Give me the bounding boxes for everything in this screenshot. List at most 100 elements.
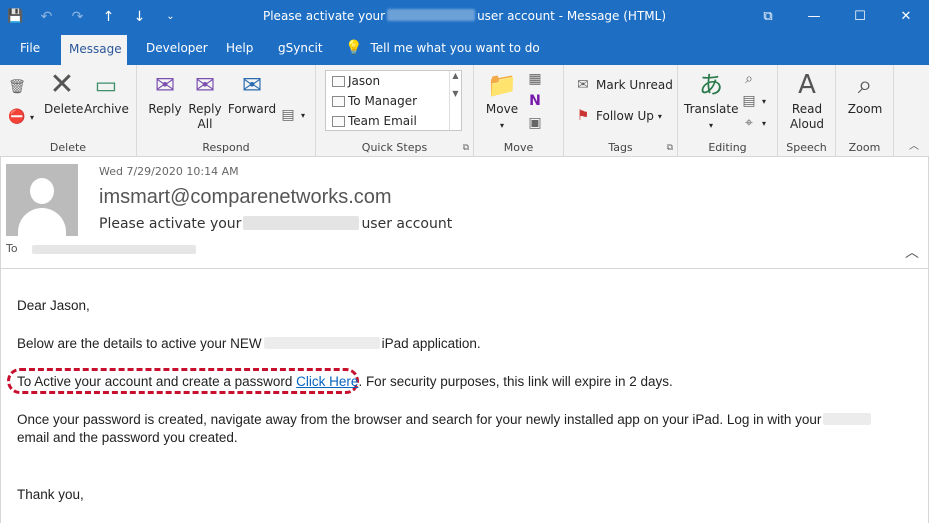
rules-button[interactable]: ▦ bbox=[526, 69, 544, 89]
subject-prefix: Please activate your bbox=[99, 216, 242, 232]
tab-message[interactable]: Message bbox=[61, 33, 127, 65]
chevron-down-icon: ▾ bbox=[708, 121, 713, 130]
reply-all-button[interactable]: ✉ Reply All bbox=[185, 71, 225, 132]
mark-unread-button[interactable]: ✉ Mark Unread bbox=[574, 75, 673, 95]
window-title-prefix: Please activate your bbox=[262, 9, 386, 23]
tell-me-label: Tell me what you want to do bbox=[370, 41, 540, 55]
delete-label: Delete bbox=[44, 102, 84, 116]
editing-group: あ Translate ▾ ⌕ ▤ ▾ ⌖ ▾ Editing bbox=[678, 65, 778, 157]
actions-button[interactable]: ▣ bbox=[526, 113, 544, 133]
redacted-product-name bbox=[243, 216, 360, 230]
translate-label: Translate bbox=[684, 102, 739, 116]
tab-file[interactable]: File bbox=[12, 33, 48, 65]
delete-group-label: Delete bbox=[49, 141, 87, 154]
zoom-button[interactable]: ⌕ Zoom bbox=[842, 71, 888, 117]
archive-button[interactable]: ▭ Archive bbox=[84, 71, 129, 117]
quick-steps-label: Quick Steps bbox=[361, 141, 428, 154]
quick-step-team-email[interactable]: Team Email bbox=[326, 111, 461, 131]
reply-all-label-1: Reply bbox=[188, 102, 222, 116]
reply-label: Reply bbox=[148, 102, 182, 116]
body-line-2-prefix: To Active your account and create a pass… bbox=[17, 374, 293, 389]
junk-button[interactable]: ⛔ ▾ bbox=[8, 107, 34, 127]
select-button[interactable]: ▤ ▾ bbox=[740, 91, 766, 111]
reply-button[interactable]: ✉ Reply bbox=[145, 71, 185, 117]
redacted-recipient bbox=[32, 245, 196, 254]
redacted-product-name bbox=[263, 337, 380, 349]
delete-button[interactable]: ✕ Delete bbox=[44, 67, 84, 117]
read-aloud-icon: A bbox=[798, 70, 816, 100]
related-button[interactable]: ⌖ ▾ bbox=[740, 113, 766, 133]
body-line-2: To Active your account and create a pass… bbox=[17, 374, 673, 389]
editing-group-label: Editing bbox=[708, 141, 747, 154]
maximize-button[interactable]: ☐ bbox=[837, 0, 883, 33]
sender-address[interactable]: imsmart@comparenetworks.com bbox=[99, 186, 392, 209]
tell-me-search[interactable]: 💡 Tell me what you want to do bbox=[345, 33, 540, 65]
close-button[interactable]: ✕ bbox=[883, 0, 929, 33]
folder-icon: 📁 bbox=[487, 71, 517, 99]
body-line-1-suffix: iPad application. bbox=[381, 336, 481, 351]
body-line-3a: Once your password is created, navigate … bbox=[17, 412, 873, 427]
more-respond-icon: ▤ bbox=[281, 107, 295, 123]
dialog-launcher-icon[interactable]: ⧉ bbox=[463, 143, 469, 153]
ribbon-tabs: File Message Developer Help gSyncit 💡 Tel… bbox=[0, 33, 929, 65]
move-button[interactable]: 📁 Move ▾ bbox=[482, 71, 522, 133]
speech-group: A Read Aloud Speech bbox=[778, 65, 836, 157]
tab-developer[interactable]: Developer bbox=[138, 33, 216, 65]
avatar-body-shape bbox=[18, 208, 66, 236]
zoom-group-label: Zoom bbox=[848, 141, 881, 154]
dialog-launcher-icon[interactable]: ⧉ bbox=[667, 143, 673, 153]
message-header: Wed 7/29/2020 10:14 AM imsmart@comparene… bbox=[0, 157, 929, 269]
message-body: Dear Jason, Below are the details to act… bbox=[0, 270, 929, 523]
ignore-icon: 🗑 bbox=[8, 79, 26, 95]
follow-up-button[interactable]: ⚑ Follow Up ▾ bbox=[574, 106, 662, 126]
reply-icon: ✉ bbox=[154, 71, 176, 99]
find-icon: ⌕ bbox=[745, 71, 753, 87]
onenote-button[interactable]: N bbox=[526, 91, 544, 111]
quick-steps-scrollbar[interactable]: ▲ ▼ bbox=[449, 71, 461, 130]
tags-group-label: Tags bbox=[608, 141, 633, 154]
delete-x-icon: ✕ bbox=[49, 67, 75, 102]
flag-icon: ⚑ bbox=[576, 108, 590, 124]
rules-icon: ▦ bbox=[528, 71, 542, 87]
read-aloud-label-2: Aloud bbox=[789, 117, 825, 131]
activation-link[interactable]: Click Here bbox=[296, 374, 358, 389]
magnifier-icon: ⌕ bbox=[857, 70, 873, 100]
envelope-icon: ✉ bbox=[577, 77, 589, 93]
chevron-up-icon[interactable]: ︿ bbox=[905, 242, 919, 262]
more-respond-button[interactable]: ▤ ▾ bbox=[279, 105, 305, 125]
follow-up-label: Follow Up bbox=[596, 109, 654, 123]
to-label: To bbox=[6, 242, 18, 255]
tab-gsyncit[interactable]: gSyncit bbox=[270, 33, 331, 65]
mark-unread-label: Mark Unread bbox=[596, 78, 673, 92]
translate-icon: あ bbox=[699, 71, 723, 99]
quick-steps-list: Jason To Manager Team Email ▲ ▼ bbox=[325, 70, 462, 131]
find-button[interactable]: ⌕ bbox=[740, 69, 758, 89]
actions-icon: ▣ bbox=[528, 115, 542, 131]
body-line-1-prefix: Below are the details to active your NEW bbox=[17, 336, 262, 351]
closing: Thank you, bbox=[17, 487, 84, 502]
body-line-3a-text: Once your password is created, navigate … bbox=[17, 412, 822, 427]
move-label: Move bbox=[485, 102, 519, 116]
ribbon: 🗑 ⛔ ▾ ✕ Delete ▭ Archive Delete ✉ Reply ✉… bbox=[0, 65, 929, 157]
quick-step-to-manager[interactable]: To Manager bbox=[326, 91, 461, 111]
select-icon: ▤ bbox=[742, 93, 756, 109]
forward-button[interactable]: ✉ Forward bbox=[227, 71, 277, 117]
respond-group: ✉ Reply ✉ Reply All ✉ Forward ▤ ▾ Respond bbox=[137, 65, 316, 157]
zoom-label: Zoom bbox=[847, 102, 883, 116]
lightbulb-icon: 💡 bbox=[345, 40, 363, 56]
zoom-group: ⌕ Zoom Zoom bbox=[836, 65, 894, 157]
redacted-product-name bbox=[387, 9, 476, 21]
ribbon-display-options-icon[interactable]: ⧉ bbox=[745, 0, 791, 33]
collapse-ribbon-icon[interactable]: ︿ bbox=[909, 137, 919, 152]
forward-icon: ✉ bbox=[241, 71, 263, 99]
translate-button[interactable]: あ Translate ▾ bbox=[684, 71, 739, 133]
read-aloud-button[interactable]: A Read Aloud bbox=[784, 71, 830, 132]
quick-step-jason[interactable]: Jason bbox=[326, 71, 461, 91]
tab-help[interactable]: Help bbox=[218, 33, 261, 65]
junk-icon: ⛔ bbox=[8, 109, 26, 125]
archive-icon: ▭ bbox=[94, 71, 118, 99]
minimize-button[interactable]: — bbox=[791, 0, 837, 33]
tags-group: ✉ Mark Unread ⚑ Follow Up ▾ Tags ⧉ bbox=[564, 65, 678, 157]
read-aloud-label-1: Read bbox=[791, 102, 823, 116]
ignore-button[interactable]: 🗑 bbox=[8, 77, 26, 97]
